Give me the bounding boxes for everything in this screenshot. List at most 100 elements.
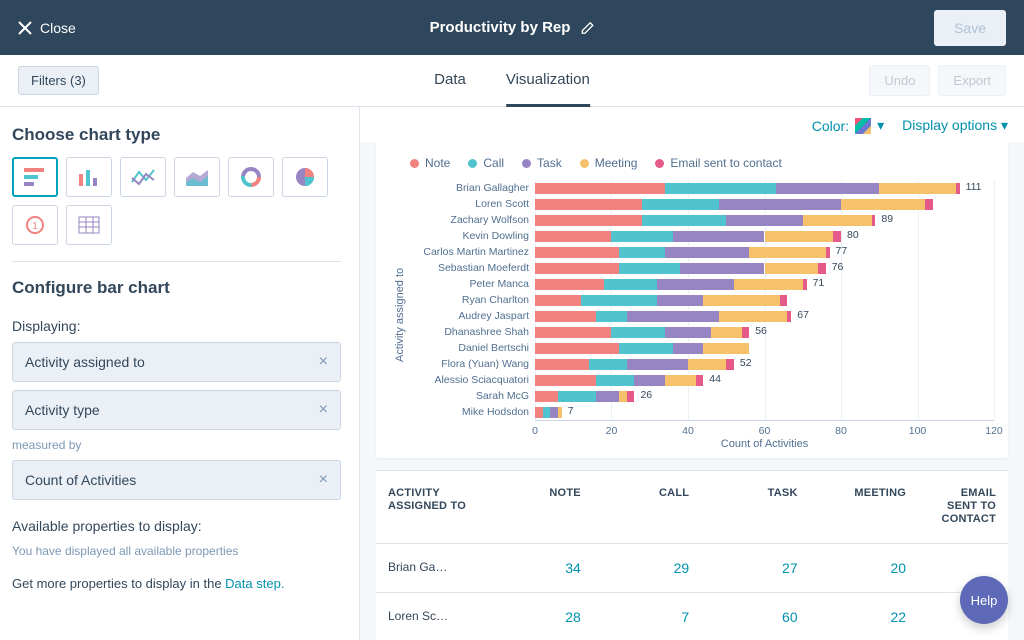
- bar-segment[interactable]: [619, 343, 673, 354]
- bar-segment[interactable]: [535, 327, 611, 338]
- save-button[interactable]: Save: [934, 10, 1006, 46]
- td-name[interactable]: Loren Sc…: [376, 593, 484, 640]
- bar-segment[interactable]: [596, 391, 619, 402]
- bar-segment[interactable]: [665, 183, 776, 194]
- bar-segment[interactable]: [665, 375, 696, 386]
- td-call[interactable]: 7: [593, 593, 701, 640]
- display-chip-assigned[interactable]: Activity assigned to×: [12, 342, 341, 382]
- bar-segment[interactable]: [879, 183, 955, 194]
- bar-segment[interactable]: [535, 247, 619, 258]
- th-task[interactable]: Task: [701, 471, 809, 543]
- tab-data[interactable]: Data: [434, 55, 466, 107]
- bar-segment[interactable]: [627, 311, 719, 322]
- bar-segment[interactable]: [642, 215, 726, 226]
- bar-segment[interactable]: [680, 263, 764, 274]
- th-meeting[interactable]: Meeting: [810, 471, 918, 543]
- bar-segment[interactable]: [841, 199, 925, 210]
- bar-segment[interactable]: [703, 343, 749, 354]
- chart-type-donut[interactable]: [228, 157, 274, 197]
- bar-segment[interactable]: [627, 359, 688, 370]
- bar-segment[interactable]: [604, 279, 658, 290]
- bar-segment[interactable]: [780, 295, 788, 306]
- measure-chip[interactable]: Count of Activities×: [12, 460, 341, 500]
- bar-segment[interactable]: [925, 199, 933, 210]
- help-button[interactable]: Help: [960, 576, 1008, 624]
- bar-segment[interactable]: [657, 295, 703, 306]
- chart-type-area[interactable]: [174, 157, 220, 197]
- legend-task[interactable]: Task: [522, 156, 562, 170]
- bar-segment[interactable]: [535, 391, 558, 402]
- bar-segment[interactable]: [619, 391, 627, 402]
- bar-segment[interactable]: [726, 359, 734, 370]
- tab-visualization[interactable]: Visualization: [506, 55, 590, 107]
- undo-button[interactable]: Undo: [869, 65, 930, 96]
- bar-segment[interactable]: [719, 199, 841, 210]
- bar-segment[interactable]: [611, 231, 672, 242]
- bar-segment[interactable]: [765, 231, 834, 242]
- bar-segment[interactable]: [696, 375, 704, 386]
- legend-call[interactable]: Call: [468, 156, 504, 170]
- bar-segment[interactable]: [833, 231, 841, 242]
- td-task[interactable]: 60: [701, 593, 809, 640]
- td-task[interactable]: 27: [701, 544, 809, 592]
- bar-segment[interactable]: [826, 247, 830, 258]
- bar-segment[interactable]: [619, 263, 680, 274]
- bar-segment[interactable]: [535, 343, 619, 354]
- bar-segment[interactable]: [872, 215, 876, 226]
- bar-segment[interactable]: [581, 295, 657, 306]
- display-options[interactable]: Display options ▾: [902, 117, 1008, 134]
- td-note[interactable]: 28: [484, 593, 592, 640]
- bar-segment[interactable]: [535, 231, 611, 242]
- close-button[interactable]: Close: [18, 20, 76, 36]
- bar-segment[interactable]: [535, 183, 665, 194]
- bar-segment[interactable]: [818, 263, 826, 274]
- th-note[interactable]: Note: [484, 471, 592, 543]
- bar-segment[interactable]: [711, 327, 742, 338]
- bar-segment[interactable]: [535, 407, 543, 418]
- remove-icon[interactable]: ×: [319, 353, 328, 371]
- export-button[interactable]: Export: [938, 65, 1006, 96]
- td-name[interactable]: Brian Ga…: [376, 544, 484, 592]
- legend-note[interactable]: Note: [410, 156, 450, 170]
- bar-segment[interactable]: [589, 359, 627, 370]
- bar-segment[interactable]: [787, 311, 791, 322]
- bar-segment[interactable]: [543, 407, 551, 418]
- color-picker[interactable]: Color: ▾: [812, 117, 884, 134]
- bar-segment[interactable]: [558, 391, 596, 402]
- bar-segment[interactable]: [742, 327, 750, 338]
- chart-type-bar[interactable]: [12, 157, 58, 197]
- bar-segment[interactable]: [803, 279, 807, 290]
- bar-segment[interactable]: [596, 311, 627, 322]
- bar-segment[interactable]: [535, 295, 581, 306]
- chart-type-column[interactable]: [66, 157, 112, 197]
- th-email[interactable]: Email sent to contact: [918, 471, 1008, 543]
- bar-segment[interactable]: [776, 183, 879, 194]
- remove-icon[interactable]: ×: [319, 401, 328, 419]
- bar-segment[interactable]: [688, 359, 726, 370]
- chart-type-summary[interactable]: 1: [12, 205, 58, 245]
- bar-segment[interactable]: [535, 199, 642, 210]
- bar-segment[interactable]: [665, 327, 711, 338]
- filters-button[interactable]: Filters (3): [18, 66, 99, 95]
- remove-icon[interactable]: ×: [319, 471, 328, 489]
- chart-type-line[interactable]: [120, 157, 166, 197]
- bar-segment[interactable]: [634, 375, 665, 386]
- bar-segment[interactable]: [619, 247, 665, 258]
- bar-segment[interactable]: [535, 375, 596, 386]
- bar-segment[interactable]: [765, 263, 819, 274]
- td-meeting[interactable]: 22: [810, 593, 918, 640]
- bar-segment[interactable]: [726, 215, 802, 226]
- chart-type-table[interactable]: [66, 205, 112, 245]
- bar-segment[interactable]: [803, 215, 872, 226]
- bar-segment[interactable]: [734, 279, 803, 290]
- td-meeting[interactable]: 20: [810, 544, 918, 592]
- bar-segment[interactable]: [550, 407, 558, 418]
- chart-type-pie[interactable]: [282, 157, 328, 197]
- bar-segment[interactable]: [535, 215, 642, 226]
- bar-segment[interactable]: [535, 279, 604, 290]
- bar-segment[interactable]: [719, 311, 788, 322]
- bar-segment[interactable]: [665, 247, 749, 258]
- bar-segment[interactable]: [596, 375, 634, 386]
- th-call[interactable]: Call: [593, 471, 701, 543]
- bar-segment[interactable]: [535, 263, 619, 274]
